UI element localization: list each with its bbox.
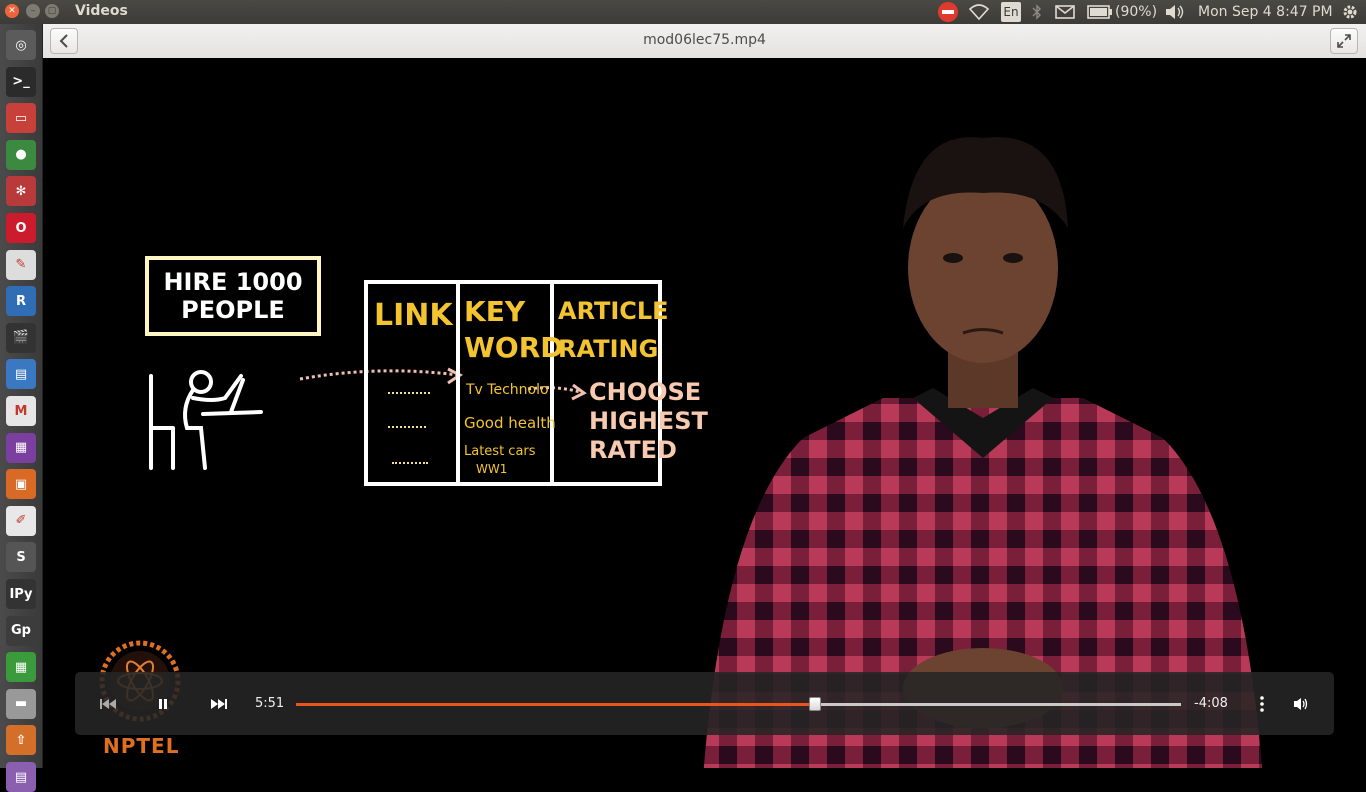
person-at-desk-sketch: [149, 370, 263, 470]
dash-icon[interactable]: ◎: [6, 30, 36, 60]
choose-highest-rated: CHOOSE HIGHEST RATED: [589, 378, 708, 464]
keyboard-layout-indicator[interactable]: En: [1001, 2, 1021, 22]
link-placeholder-2: [388, 426, 426, 428]
keyword-1: Tv Technolo: [466, 382, 549, 398]
skip-forward-button[interactable]: [208, 693, 230, 715]
header-bar: mod06lec75.mp4: [43, 24, 1366, 59]
no-entry-indicator-icon[interactable]: [937, 2, 959, 22]
video-area[interactable]: HIRE 1000 PEOPLE LINK KEY WORD ARTICLE R…: [43, 58, 1366, 768]
skip-back-icon: [100, 699, 116, 709]
settings-app-icon[interactable]: ✻: [6, 176, 36, 207]
mail-icon[interactable]: [1055, 2, 1075, 22]
column-link: LINK: [374, 298, 453, 333]
nptel-logo-text: NPTEL: [103, 734, 180, 758]
top-panel: ✕ – ▢ Videos En (90%) Mon Sep 4 8:47 PM: [0, 0, 1366, 24]
text-editor-icon[interactable]: ✐: [6, 505, 36, 536]
hire-box: HIRE 1000 PEOPLE: [145, 256, 321, 336]
file-title: mod06lec75.mp4: [643, 32, 766, 48]
player-controls: 5:51 -4:08: [75, 672, 1334, 735]
link-placeholder-1: [388, 392, 430, 394]
speaker-icon: [1294, 698, 1308, 710]
sublime-icon[interactable]: S: [6, 542, 36, 573]
more-options-button[interactable]: [1255, 693, 1269, 715]
volume-button[interactable]: [1291, 693, 1311, 715]
fullscreen-button[interactable]: [1330, 28, 1358, 54]
wifi-icon[interactable]: [969, 2, 989, 22]
volume-icon[interactable]: [1165, 2, 1185, 22]
update-icon[interactable]: ⇧: [6, 725, 36, 756]
battery-icon[interactable]: [1087, 2, 1113, 22]
impress-icon[interactable]: ▣: [6, 469, 36, 500]
elapsed-time: 5:51: [255, 696, 285, 711]
seek-handle[interactable]: [808, 697, 821, 711]
calc-icon[interactable]: ▦: [6, 652, 36, 683]
launcher: ◎ >_ ▭ ● ✻ O ✎ R 🎬 ▤ M ▦ ▣ ✐ S IPy Gp ▦ ▬ ⇧ ▤: [0, 24, 43, 792]
drive-icon[interactable]: ▬: [6, 688, 36, 719]
skip-forward-icon: [211, 699, 227, 709]
seek-bar[interactable]: [296, 697, 1181, 711]
column-rating: ARTICLE RATING: [558, 297, 669, 363]
document-viewer-icon[interactable]: ✎: [6, 249, 36, 280]
clock[interactable]: Mon Sep 4 8:47 PM: [1198, 2, 1333, 22]
column-keyword: KEY WORD: [464, 295, 564, 364]
chrome-icon[interactable]: ●: [6, 139, 36, 170]
ipython-icon[interactable]: IPy: [6, 579, 36, 609]
window-maximize-button[interactable]: ▢: [45, 4, 59, 18]
media-icon[interactable]: ▦: [6, 432, 36, 463]
pause-button[interactable]: [153, 693, 173, 715]
terminal-icon[interactable]: >_: [6, 66, 36, 97]
presenter-figure: [703, 137, 1263, 768]
writer-icon[interactable]: ▤: [6, 359, 36, 390]
fullscreen-icon: [1337, 34, 1351, 48]
vertical-dots-icon: [1260, 696, 1264, 712]
seek-progress: [296, 703, 815, 706]
gp-icon[interactable]: Gp: [6, 615, 36, 646]
video-editor-icon[interactable]: 🎬: [6, 322, 36, 353]
link-placeholder-3: [392, 462, 428, 464]
app-title: Videos: [75, 3, 128, 19]
trash-icon[interactable]: ▤: [6, 762, 36, 792]
window-minimize-button[interactable]: –: [26, 4, 40, 18]
system-gear-icon[interactable]: [1341, 2, 1359, 22]
files-icon[interactable]: ▭: [6, 103, 36, 134]
battery-percentage[interactable]: (90%): [1115, 2, 1157, 22]
keyword-3: Latest cars: [464, 444, 536, 459]
pause-icon: [159, 699, 167, 709]
gmail-icon[interactable]: M: [6, 396, 36, 426]
opera-icon[interactable]: O: [6, 213, 36, 243]
r-lang-icon[interactable]: R: [6, 286, 36, 317]
bluetooth-icon[interactable]: [1032, 2, 1042, 22]
window-close-button[interactable]: ✕: [5, 4, 19, 18]
remaining-time: -4:08: [1194, 696, 1228, 711]
skip-back-button[interactable]: [97, 693, 119, 715]
keyword-2: Good health: [464, 414, 556, 432]
keyword-4: WW1: [476, 462, 508, 476]
